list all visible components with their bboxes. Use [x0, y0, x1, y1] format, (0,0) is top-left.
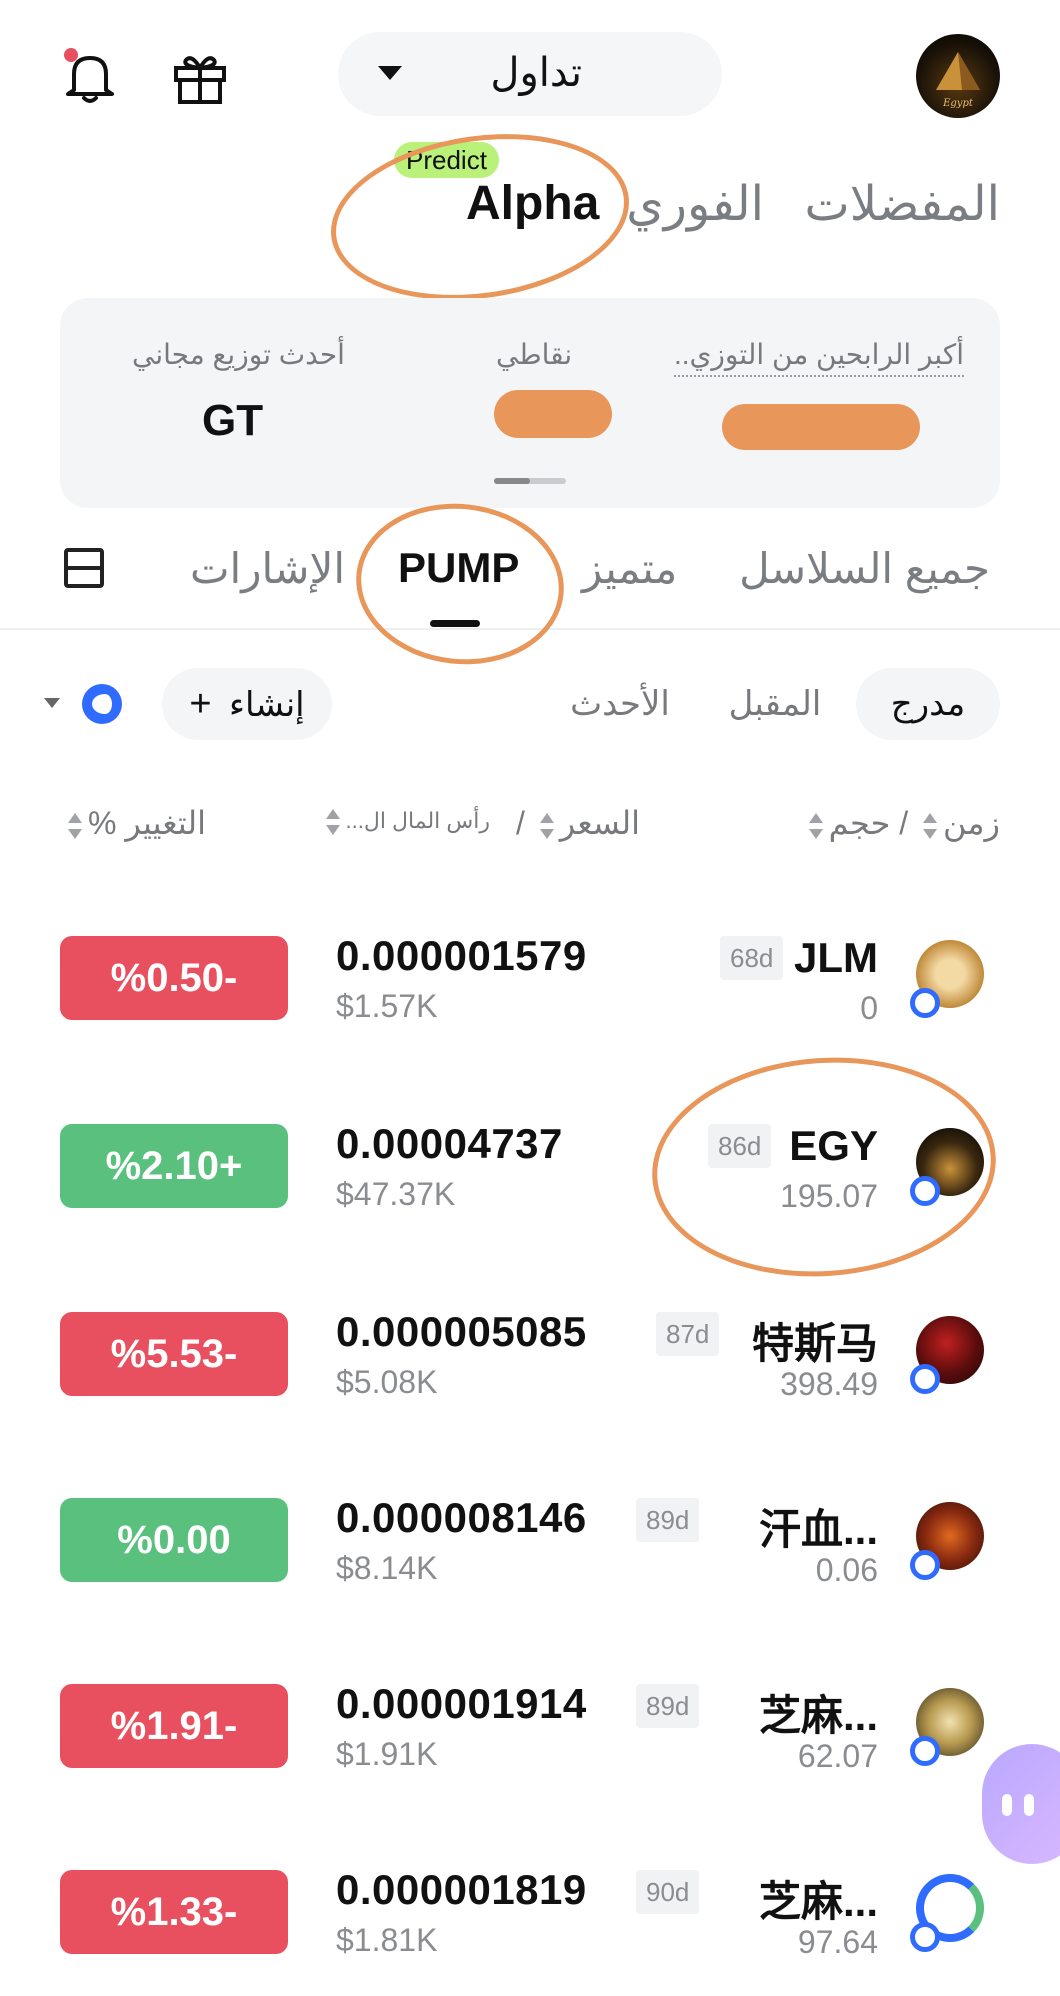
token-age: 87d [656, 1312, 720, 1356]
column-header-time-volume[interactable]: زمن / حجم [803, 804, 1000, 842]
change-badge: %5.53- [60, 1312, 288, 1396]
change-badge: %1.91- [60, 1684, 288, 1768]
token-market-cap: $5.08K [336, 1364, 438, 1400]
notification-bell-icon[interactable] [60, 46, 120, 106]
token-price: 0.000008146 [336, 1494, 587, 1541]
redacted-points-value [494, 390, 612, 438]
token-volume: 97.64 [797, 1924, 878, 1960]
column-market-cap: رأس المال ال... [345, 808, 490, 833]
token-age: 68d [720, 936, 784, 980]
top-gainers-label[interactable]: أكبر الرابحين من التوزي.. [673, 338, 964, 377]
column-header-change[interactable]: التغيير % [62, 804, 206, 842]
column-header-price[interactable]: السعر / [516, 804, 640, 842]
token-row[interactable]: %0.50- 0.000001579 $1.57K 68d JLM 0 [0, 904, 1060, 1090]
column-time: زمن [943, 805, 1000, 841]
annotation-circle-pump [348, 493, 572, 675]
chain-badge-icon [910, 988, 940, 1018]
chevron-down-icon [378, 66, 402, 80]
redacted-top-gainers-value [722, 404, 920, 450]
layout-toggle-icon[interactable] [64, 548, 104, 588]
change-badge: %2.10+ [60, 1124, 288, 1208]
change-badge: %1.33- [60, 1870, 288, 1954]
create-label: إنشاء [229, 686, 305, 724]
latest-airdrop-value: GT [202, 396, 264, 445]
column-header-market-cap[interactable]: رأس المال ال... [320, 808, 490, 836]
token-price: 0.00004737 [336, 1120, 563, 1167]
token-symbol: 特斯马 [751, 1320, 878, 1367]
token-market-cap: $1.57K [336, 988, 438, 1024]
token-volume: 398.49 [780, 1366, 878, 1402]
token-price: 0.000005085 [336, 1308, 587, 1355]
plus-icon: + [189, 683, 212, 725]
user-avatar[interactable]: Egypt [916, 34, 1000, 118]
column-price: السعر [559, 805, 640, 841]
trade-mode-label: تداول [490, 51, 582, 95]
sort-icon [923, 812, 938, 839]
token-market-cap: $1.91K [336, 1736, 438, 1772]
change-badge: %0.00 [60, 1498, 288, 1582]
token-row[interactable]: %1.33- 0.000001819 $1.81K 90d 芝麻... 97.6… [0, 1838, 1060, 1996]
filter-listed[interactable]: مدرج [856, 668, 1000, 740]
annotation-circle-alpha [320, 115, 640, 319]
token-price: 0.000001579 [336, 932, 587, 979]
gift-icon[interactable] [170, 50, 230, 106]
token-age: 89d [636, 1498, 700, 1542]
filter-latest[interactable]: الأحدث [548, 668, 692, 740]
column-volume: حجم [828, 805, 891, 841]
token-row[interactable]: %5.53- 0.000005085 $5.08K 87d 特斯马 398.49 [0, 1280, 1060, 1466]
sort-icon [539, 812, 554, 839]
token-volume: 0.06 [815, 1552, 878, 1588]
notification-dot-icon [64, 48, 78, 62]
token-row[interactable]: %1.91- 0.000001914 $1.91K 89d 芝麻... 62.0… [0, 1652, 1060, 1838]
chain-badge-icon [910, 1736, 940, 1766]
my-points-label: نقاطي [496, 339, 573, 370]
change-badge: %0.50- [60, 936, 288, 1020]
token-volume: 0 [860, 990, 878, 1026]
token-age: 89d [636, 1684, 700, 1728]
column-change: التغيير % [88, 805, 207, 841]
token-symbol: 芝麻... [758, 1692, 878, 1739]
token-symbol: 汗血... [758, 1506, 878, 1553]
token-market-cap: $1.81K [336, 1922, 438, 1958]
trade-mode-dropdown[interactable]: تداول [338, 32, 722, 116]
sort-icon [325, 809, 340, 836]
card-pager [494, 478, 566, 484]
filter-upcoming[interactable]: المقبل [700, 668, 850, 740]
token-age: 90d [636, 1870, 700, 1914]
token-row[interactable]: %0.00 0.000008146 $8.14K 89d 汗血... 0.06 [0, 1466, 1060, 1652]
token-price: 0.000001914 [336, 1680, 587, 1727]
svg-text:Egypt: Egypt [942, 98, 974, 109]
tab-spot[interactable]: الفوري [626, 176, 764, 232]
tab-featured[interactable]: متميز [582, 544, 677, 593]
sort-icon [808, 812, 823, 839]
tab-signals[interactable]: الإشارات [190, 544, 345, 593]
chain-badge-icon [910, 1922, 940, 1952]
create-button[interactable]: إنشاء + [162, 668, 332, 740]
chain-selector-icon[interactable] [82, 684, 122, 724]
token-market-cap: $47.37K [336, 1176, 456, 1212]
floating-assistant-button[interactable] [982, 1744, 1060, 1864]
chain-badge-icon [910, 1364, 940, 1394]
token-symbol: 芝麻... [758, 1878, 878, 1925]
latest-airdrop-label: أحدث توزيع مجاني [132, 339, 345, 370]
tab-all-chains[interactable]: جميع السلاسل [739, 544, 990, 593]
token-volume: 62.07 [797, 1738, 878, 1774]
token-market-cap: $8.14K [336, 1550, 438, 1586]
token-price: 0.000001819 [336, 1866, 587, 1913]
chain-badge-icon [910, 1550, 940, 1580]
chain-dropdown-chevron-icon[interactable] [44, 698, 60, 708]
sort-icon [68, 812, 82, 839]
token-symbol: JLM [794, 934, 878, 981]
tab-favorites[interactable]: المفضلات [805, 176, 1000, 232]
